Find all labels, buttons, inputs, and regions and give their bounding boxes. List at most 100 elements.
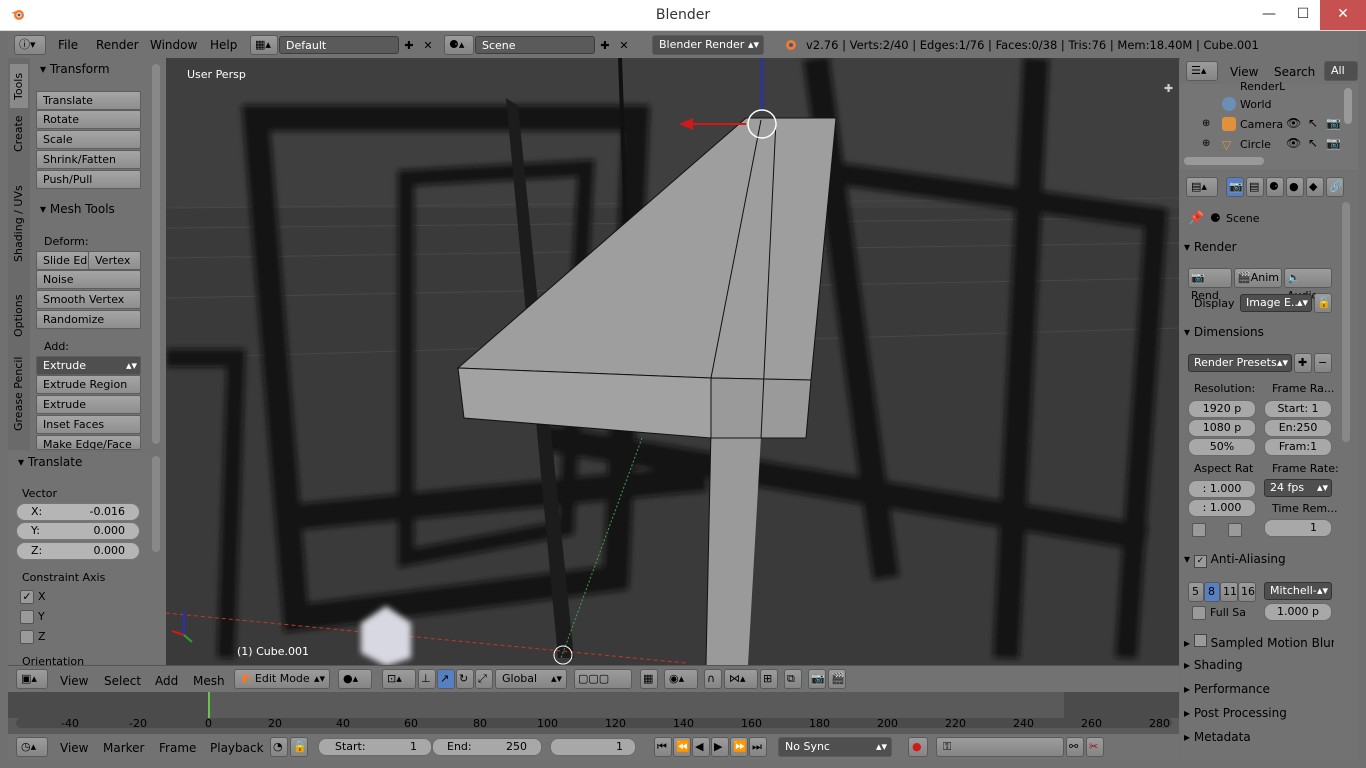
aa-samples-8[interactable]: 8 bbox=[1204, 582, 1220, 602]
props-scrollbar[interactable] bbox=[1342, 202, 1350, 442]
dimensions-panel-header[interactable]: ▾ Dimensions bbox=[1184, 325, 1334, 339]
border-checkbox[interactable] bbox=[1192, 523, 1206, 537]
menu-window[interactable]: Window bbox=[150, 38, 197, 52]
sampled-motion-blur-panel-header[interactable]: ▸ Sampled Motion Blur bbox=[1184, 634, 1334, 650]
render-tab-icon[interactable]: 📷 bbox=[1226, 177, 1244, 197]
timeline[interactable]: -40 -20 0 20 40 60 80 100 120 140 160 18… bbox=[8, 692, 1179, 734]
proportional-edit-select[interactable]: ◉▴ bbox=[664, 669, 698, 689]
remove-preset-icon[interactable]: − bbox=[1314, 353, 1332, 373]
editor-type-properties-button[interactable]: ▤▴ bbox=[1186, 177, 1218, 197]
lock-interface-icon[interactable]: 🔓 bbox=[1314, 293, 1332, 313]
resolution-x-field[interactable]: 1920 p bbox=[1188, 400, 1256, 418]
occlude-geometry-icon[interactable]: ▦ bbox=[640, 669, 658, 689]
metadata-panel-header[interactable]: ▸ Metadata bbox=[1184, 730, 1334, 744]
outliner-vscrollbar[interactable] bbox=[1344, 88, 1352, 124]
expand-icon[interactable]: ⊕ bbox=[1202, 138, 1210, 149]
keying-set-field[interactable]: ⚿ bbox=[936, 737, 1064, 757]
editor-type-info-button[interactable]: ⓘ▾ bbox=[14, 35, 46, 55]
play-reverse-icon[interactable]: ◀ bbox=[692, 737, 710, 757]
current-frame-field[interactable]: 1 bbox=[550, 738, 636, 756]
translate-button[interactable]: Translate bbox=[36, 91, 141, 110]
translate-manipulator-icon[interactable]: ↗ bbox=[437, 669, 455, 689]
frame-end-field[interactable]: En:250 bbox=[1264, 419, 1332, 437]
anti-aliasing-checkbox[interactable]: ✓ bbox=[1193, 555, 1207, 568]
frame-rate-select[interactable]: 24 fps ▴▾ bbox=[1264, 479, 1332, 497]
constraint-x-checkbox[interactable]: ✓ bbox=[20, 590, 34, 604]
render-preview-icon[interactable]: ⧉ bbox=[784, 669, 802, 689]
start-frame-field[interactable]: Start: 1 bbox=[318, 738, 432, 756]
render-animation-button[interactable]: 🎬Anim bbox=[1234, 268, 1282, 288]
redo-scrollbar[interactable] bbox=[152, 456, 160, 552]
time-remap-field[interactable]: 1 bbox=[1264, 519, 1332, 537]
lock-range-icon[interactable]: 🔒 bbox=[290, 737, 308, 757]
aa-samples-16[interactable]: 16 bbox=[1238, 582, 1256, 602]
scene-tab-icon[interactable]: ⚈ bbox=[1266, 177, 1284, 197]
insert-keyframe-icon[interactable]: ⚯ bbox=[1066, 737, 1084, 757]
render-presets-select[interactable]: Render Presets ▴▾ bbox=[1188, 354, 1292, 372]
outliner-item-world[interactable]: World bbox=[1240, 98, 1272, 111]
outliner-item-camera[interactable]: Camera bbox=[1240, 118, 1283, 131]
timeline-view-menu[interactable]: View bbox=[60, 741, 88, 755]
marker-menu[interactable]: Marker bbox=[103, 741, 144, 755]
close-button[interactable]: ✕ bbox=[1320, 0, 1366, 30]
snap-target-icon[interactable]: ⊞ bbox=[760, 669, 778, 689]
view-menu[interactable]: View bbox=[60, 674, 88, 688]
aspect-x-field[interactable]: : 1.000 bbox=[1188, 480, 1256, 498]
scene-field[interactable]: Scene bbox=[475, 36, 595, 54]
resolution-y-field[interactable]: 1080 p bbox=[1188, 419, 1256, 437]
vertex-slide-button[interactable]: Vertex bbox=[88, 251, 141, 270]
outliner-item-circle[interactable]: Circle bbox=[1240, 138, 1271, 151]
jump-keyframe-back-icon[interactable]: ⏪ bbox=[673, 737, 691, 757]
tab-tools[interactable]: Tools bbox=[10, 64, 28, 108]
smooth-vertex-button[interactable]: Smooth Vertex bbox=[36, 290, 141, 309]
constraints-tab-icon[interactable]: 🔗 bbox=[1326, 177, 1344, 197]
render-visibility-icon[interactable]: 📷 bbox=[1326, 136, 1341, 150]
aa-filter-select[interactable]: Mitchell- ▴▾ bbox=[1264, 582, 1332, 600]
render-visibility-icon[interactable]: 📷 bbox=[1326, 116, 1341, 130]
motion-blur-checkbox[interactable] bbox=[1193, 634, 1207, 647]
render-still-button[interactable]: 📷Rend bbox=[1188, 268, 1232, 302]
scale-manipulator-icon[interactable]: ⤢ bbox=[475, 669, 493, 689]
mode-select[interactable]: ◩ Edit Mode ▴▾ bbox=[234, 669, 330, 689]
display-select[interactable]: Image E... ▴▾ bbox=[1240, 294, 1312, 312]
constraint-z-checkbox[interactable] bbox=[20, 630, 34, 644]
frame-step-field[interactable]: Fram:1 bbox=[1264, 438, 1332, 456]
add-scene-icon[interactable]: ✚ bbox=[596, 36, 614, 54]
menu-file[interactable]: File bbox=[58, 38, 78, 52]
outliner-filter-select[interactable]: All Sc bbox=[1324, 61, 1358, 81]
outliner-item-renderlayers[interactable]: RenderL bbox=[1240, 80, 1285, 90]
render-engine-select[interactable]: Blender Render ▴▾ bbox=[652, 35, 764, 55]
remove-scene-icon[interactable]: ✕ bbox=[615, 36, 633, 54]
render-layers-tab-icon[interactable]: ▤ bbox=[1246, 177, 1264, 197]
transform-panel-title[interactable]: ▾ Transform bbox=[40, 62, 110, 76]
render-audio-button[interactable]: 🔈Audio bbox=[1284, 268, 1332, 302]
shading-panel-header[interactable]: ▸ Shading bbox=[1184, 658, 1334, 672]
outliner-view-menu[interactable]: View bbox=[1230, 65, 1258, 79]
add-menu[interactable]: Add bbox=[155, 674, 178, 688]
opengl-anim-icon[interactable]: 🎬 bbox=[828, 669, 846, 689]
record-icon[interactable]: ● bbox=[908, 737, 928, 757]
editor-type-timeline-button[interactable]: ◷▴ bbox=[16, 737, 48, 757]
object-tab-icon[interactable]: ◆ bbox=[1306, 177, 1324, 197]
mesh-menu[interactable]: Mesh bbox=[193, 674, 225, 688]
cursor-icon[interactable]: ↖ bbox=[1308, 116, 1318, 130]
expand-icon[interactable]: ⊕ bbox=[1202, 118, 1210, 129]
add-layout-icon[interactable]: ✚ bbox=[400, 36, 418, 54]
end-frame-field[interactable]: End: 250 bbox=[432, 738, 542, 756]
aa-samples-5[interactable]: 5 bbox=[1188, 582, 1204, 602]
extrude-individual-button[interactable]: Extrude Individual bbox=[36, 395, 141, 428]
layer-buttons[interactable]: ▢▢▢ bbox=[574, 669, 632, 689]
tab-grease-pencil[interactable]: Grease Pencil bbox=[10, 346, 28, 442]
performance-panel-header[interactable]: ▸ Performance bbox=[1184, 682, 1334, 696]
extrude-region-button[interactable]: Extrude Region bbox=[36, 375, 141, 394]
post-processing-panel-header[interactable]: ▸ Post Processing bbox=[1184, 706, 1334, 720]
pivot-point-select[interactable]: ⊡▴ bbox=[382, 669, 416, 689]
pin-icon[interactable]: 📌 bbox=[1188, 211, 1204, 226]
constraint-y-checkbox[interactable] bbox=[20, 610, 34, 624]
outliner-search-menu[interactable]: Search bbox=[1274, 65, 1315, 79]
current-frame-marker[interactable] bbox=[208, 692, 210, 720]
screen-layout-icon[interactable]: ▦▴ bbox=[250, 35, 278, 55]
editor-type-outliner-button[interactable]: ☰▴ bbox=[1186, 61, 1218, 81]
outliner-hscrollbar[interactable] bbox=[1184, 157, 1264, 165]
menu-help[interactable]: Help bbox=[210, 38, 237, 52]
